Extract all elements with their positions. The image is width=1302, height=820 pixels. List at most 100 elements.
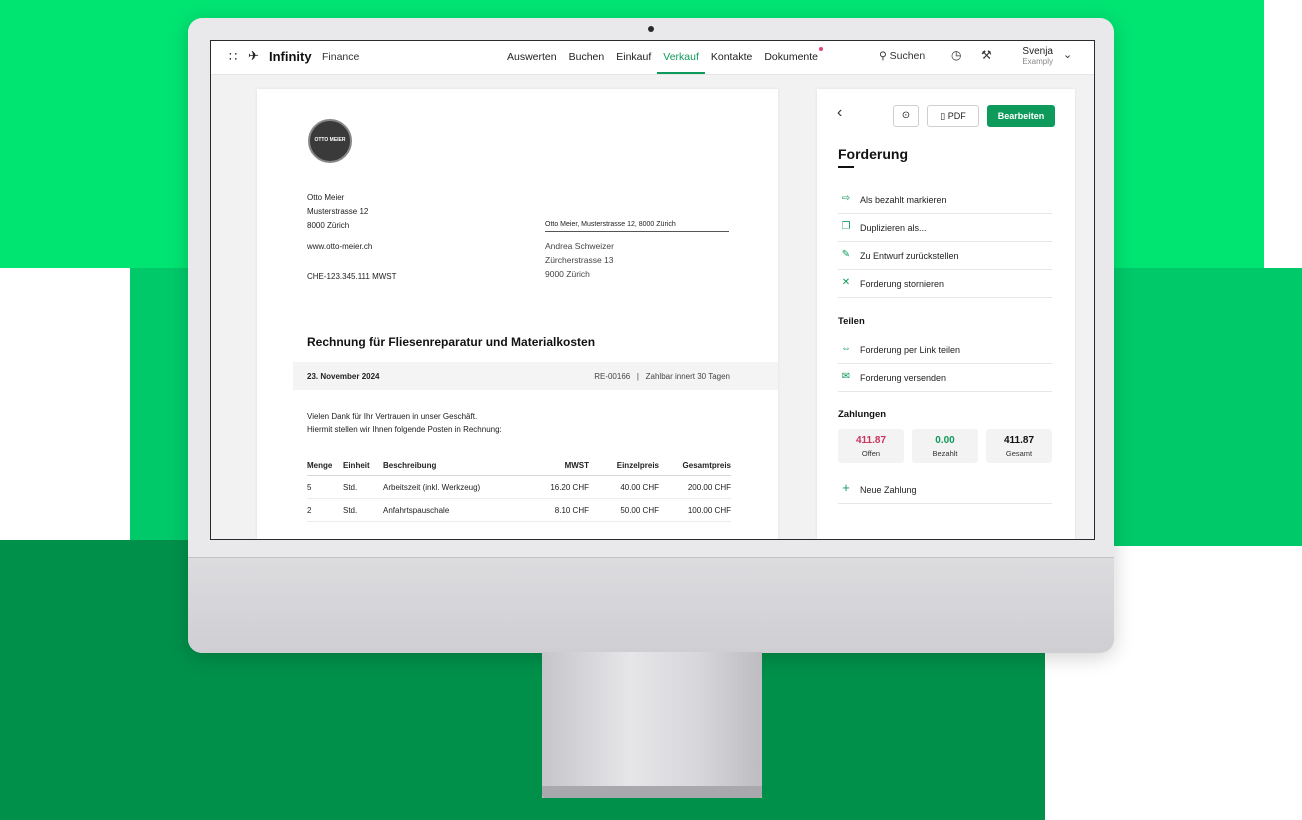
clock-icon[interactable]: ◷: [951, 48, 961, 62]
camera: [648, 26, 654, 32]
invoice-date: 23. November 2024: [307, 372, 380, 381]
action-send-invoice[interactable]: ✉ Forderung versenden: [838, 364, 1052, 392]
search-label: Suchen: [889, 50, 926, 62]
cell-description: Arbeitszeit (inkl. Werkzeug): [383, 475, 523, 499]
recipient-line: Zürcherstrasse 13: [545, 255, 614, 265]
cell-unit: Std.: [343, 498, 383, 522]
top-navigation-bar: ∷ ✈ Infinity Finance Auswerten Buchen Ei…: [211, 41, 1094, 75]
cell-unit: Std.: [343, 475, 383, 499]
ellipsis-icon: ⊙: [901, 110, 911, 121]
file-icon: ▯: [940, 111, 946, 121]
seal-text: OTTO MEIER: [312, 137, 348, 143]
screen: ∷ ✈ Infinity Finance Auswerten Buchen Ei…: [210, 40, 1095, 540]
back-chevron-icon[interactable]: ‹: [837, 104, 842, 122]
search-button[interactable]: ⚲ Suchen: [879, 50, 925, 62]
action-label: Forderung versenden: [860, 373, 947, 383]
payment-label: Offen: [861, 449, 881, 458]
link-icon: ⇔: [841, 343, 851, 354]
action-cancel-invoice[interactable]: ✕ Forderung stornieren: [838, 270, 1052, 298]
notification-dot: [819, 47, 824, 51]
nav-verkauf[interactable]: Verkauf: [657, 41, 705, 74]
payments-heading: Zahlungen: [838, 409, 887, 420]
invoice-intro: Vielen Dank für Ihr Vertrauen in unser G…: [307, 410, 502, 436]
action-label: Zu Entwurf zurückstellen: [860, 251, 959, 261]
cell-qty: 5: [307, 475, 343, 499]
column-header: MWST: [523, 455, 589, 476]
action-label: Duplizieren als...: [860, 223, 927, 233]
sender-line: Musterstrasse 12: [307, 207, 369, 216]
payment-label: Gesamt: [1005, 449, 1033, 458]
share-heading: Teilen: [838, 316, 865, 327]
action-label: Als bezahlt markieren: [860, 195, 947, 205]
intro-line: Hiermit stellen wir Ihnen folgende Poste…: [307, 425, 502, 434]
recipient-address: Andrea Schweizer Zürcherstrasse 13 9000 …: [545, 239, 614, 281]
recipient-line: 9000 Zürich: [545, 269, 590, 279]
payment-value: 411.87: [1003, 435, 1035, 446]
sender-vat-id: CHE-123.345.111 MWST: [307, 272, 397, 281]
action-reset-draft[interactable]: ✎ Zu Entwurf zurückstellen: [838, 242, 1052, 270]
monitor-chin: [188, 557, 1114, 653]
action-share-link[interactable]: ⇔ Forderung per Link teilen: [838, 336, 1052, 364]
invoice-number: RE-00166: [594, 372, 631, 381]
grid-icon[interactable]: ∷: [229, 49, 237, 65]
invoice-document: OTTO MEIER Otto Meier Musterstrasse 12 8…: [257, 89, 778, 539]
nav-auswerten[interactable]: Auswerten: [501, 41, 563, 74]
pdf-button[interactable]: ▯ PDF: [927, 105, 979, 127]
cell-total: 200.00 CHF: [659, 475, 731, 499]
table-row: 5 Std. Arbeitszeit (inkl. Werkzeug) 16.2…: [307, 475, 731, 499]
action-duplicate[interactable]: ❐ Duplizieren als...: [838, 214, 1052, 242]
nav-kontakte[interactable]: Kontakte: [705, 41, 758, 74]
pdf-label: PDF: [947, 111, 966, 121]
mail-icon: ✉: [841, 371, 851, 382]
new-payment-button[interactable]: + Neue Zahlung: [838, 476, 1052, 504]
plus-icon: +: [842, 480, 850, 495]
cell-description: Anfahrtspauschale: [383, 498, 523, 522]
cell-vat: 8.10 CHF: [523, 498, 589, 522]
invoice-title: Rechnung für Fliesenreparatur und Materi…: [307, 335, 596, 349]
logo-icon: ✈: [248, 48, 259, 63]
invoice-info-bar: 23. November 2024 RE-00166 | Zahlbar inn…: [293, 362, 778, 390]
title-underline: [838, 166, 854, 168]
action-label: Neue Zahlung: [860, 485, 917, 495]
payment-value: 0.00: [935, 435, 955, 446]
column-header: Menge: [307, 455, 343, 476]
draft-icon: ✎: [841, 249, 851, 260]
user-company: Examply: [1022, 57, 1053, 66]
edit-button[interactable]: Bearbeiten: [987, 105, 1055, 127]
main-nav: Auswerten Buchen Einkauf Verkauf Kontakt…: [501, 41, 824, 74]
user-menu[interactable]: Svenja Examply: [1017, 46, 1053, 66]
panel-title: Forderung: [838, 146, 908, 162]
nav-einkauf[interactable]: Einkauf: [610, 41, 657, 74]
sender-line: Otto Meier: [307, 193, 345, 202]
duplicate-icon: ❐: [841, 221, 851, 232]
sender-line: 8000 Zürich: [307, 221, 350, 230]
wrench-icon[interactable]: ⚒: [981, 48, 992, 62]
cell-qty: 2: [307, 498, 343, 522]
brand-name[interactable]: Infinity: [269, 49, 312, 64]
recipient-line: Andrea Schweizer: [545, 241, 614, 251]
sender-website: www.otto-meier.ch: [307, 242, 373, 251]
column-header: Gesamtpreis: [659, 455, 731, 476]
table-header-row: Menge Einheit Beschreibung MWST Einzelpr…: [307, 455, 731, 476]
nav-dokumente[interactable]: Dokumente: [758, 41, 824, 74]
column-header: Einheit: [343, 455, 383, 476]
payment-paid: 0.00 Bezahlt: [912, 429, 978, 463]
chevron-down-icon[interactable]: ⌄: [1063, 48, 1072, 61]
user-name: Svenja: [1022, 46, 1053, 57]
payment-total: 411.87 Gesamt: [986, 429, 1052, 463]
monitor-stand-foot: [542, 786, 762, 798]
payment-open: 411.87 Offen: [838, 429, 904, 463]
nav-buchen[interactable]: Buchen: [563, 41, 611, 74]
cell-unit-price: 50.00 CHF: [589, 498, 659, 522]
action-mark-paid[interactable]: ⇨ Als bezahlt markieren: [838, 186, 1052, 214]
table-row: 2 Std. Anfahrtspauschale 8.10 CHF 50.00 …: [307, 498, 731, 522]
more-options-button[interactable]: ⊙: [893, 105, 919, 127]
sender-address: Otto Meier Musterstrasse 12 8000 Zürich: [307, 191, 368, 233]
nav-dokumente-label: Dokumente: [764, 51, 819, 63]
action-label: Forderung per Link teilen: [860, 345, 961, 355]
payment-label: Bezahlt: [932, 449, 958, 458]
payment-value: 411.87: [855, 435, 887, 446]
intro-line: Vielen Dank für Ihr Vertrauen in unser G…: [307, 412, 478, 421]
column-header: Beschreibung: [383, 455, 523, 476]
meta-separator: |: [636, 372, 639, 381]
